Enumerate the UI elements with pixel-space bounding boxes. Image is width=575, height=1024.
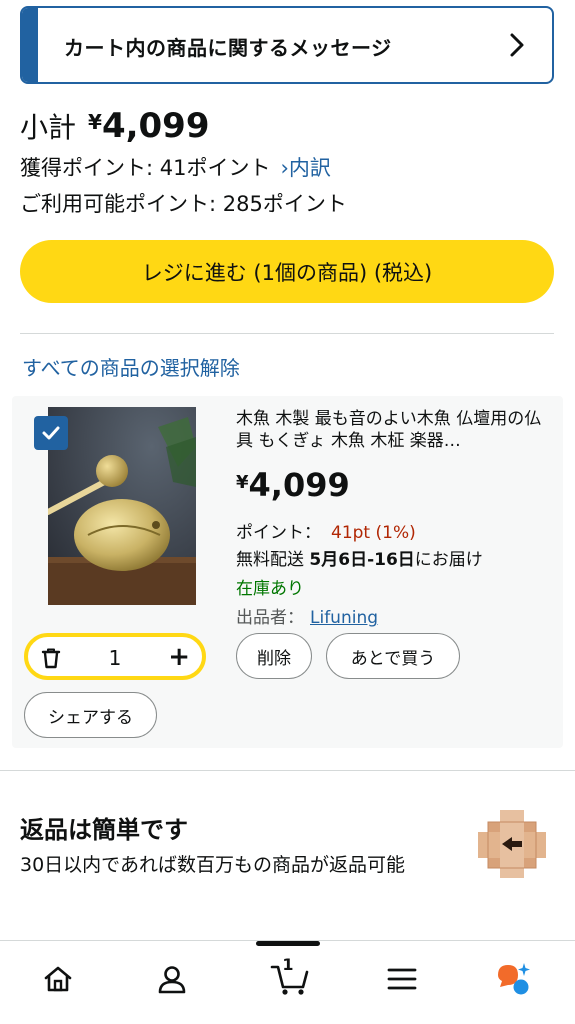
menu-icon[interactable] bbox=[382, 959, 422, 999]
drag-handle bbox=[256, 941, 320, 946]
stock-status: 在庫あり bbox=[236, 579, 304, 599]
chevron-right-icon bbox=[510, 33, 524, 57]
shipping-suffix: にお届け bbox=[414, 550, 483, 570]
product-image[interactable] bbox=[48, 407, 196, 605]
cart-icon[interactable]: 1 bbox=[266, 955, 314, 999]
share-button[interactable]: シェアする bbox=[24, 692, 157, 738]
points-earned: 獲得ポイント: 41ポイント bbox=[20, 156, 271, 180]
account-icon[interactable] bbox=[152, 959, 192, 999]
points-earned-line: 獲得ポイント: 41ポイント ›内訳 bbox=[20, 152, 331, 182]
seller-link[interactable]: Lifuning bbox=[310, 608, 378, 628]
returns-title: 返品は簡単です bbox=[20, 816, 188, 844]
plus-icon[interactable]: + bbox=[168, 643, 190, 671]
checkmark-icon bbox=[42, 426, 60, 440]
banner-accent-bar bbox=[22, 8, 38, 82]
shipping-dates: 5月6日-16日 bbox=[309, 550, 415, 570]
delete-button[interactable]: 削除 bbox=[236, 633, 312, 679]
item-price: ¥ 4,099 bbox=[236, 466, 350, 504]
subtotal-amount: 4,099 bbox=[101, 106, 210, 146]
save-for-later-button[interactable]: あとで買う bbox=[326, 633, 460, 679]
cart-count-badge: 1 bbox=[282, 955, 294, 974]
cart-message-banner[interactable]: カート内の商品に関するメッセージ bbox=[20, 6, 554, 84]
item-select-checkbox[interactable] bbox=[34, 416, 68, 450]
subtotal-label: 小計 bbox=[20, 111, 77, 144]
cart-message-label: カート内の商品に関するメッセージ bbox=[64, 36, 392, 60]
shipping-prefix: 無料配送 bbox=[236, 550, 304, 570]
proceed-to-checkout-button[interactable]: レジに進む (1個の商品) (税込) bbox=[20, 240, 554, 303]
points-available: ご利用可能ポイント: 285ポイント bbox=[20, 192, 347, 216]
divider bbox=[0, 770, 575, 771]
shipping-info: 無料配送 5月6日-16日にお届け bbox=[236, 545, 483, 570]
item-price-currency: ¥ bbox=[236, 472, 249, 493]
divider bbox=[20, 333, 554, 334]
deselect-all-link[interactable]: すべての商品の選択解除 bbox=[22, 352, 240, 381]
breakdown-link[interactable]: ›内訳 bbox=[280, 156, 330, 180]
returns-subtitle: 30日以内であれば数百万もの商品が返品可能 bbox=[20, 854, 405, 876]
return-box-icon bbox=[478, 810, 546, 878]
subtotal: 小計 ¥ 4,099 bbox=[20, 106, 209, 146]
item-points-line: ポイント： 41pt (1%) bbox=[236, 518, 416, 543]
item-points-label: ポイント： bbox=[236, 523, 321, 543]
item-points-value: 41pt (1%) bbox=[331, 523, 416, 543]
product-title-link[interactable]: 木魚 木製 最も音のよい木魚 仏壇用の仏具 もくぎょ 木魚 木柾 楽器… bbox=[236, 408, 550, 454]
item-price-amount: 4,099 bbox=[248, 466, 350, 504]
subtotal-currency: ¥ bbox=[88, 110, 102, 134]
assistant-icon[interactable] bbox=[494, 959, 534, 999]
bottom-nav: 1 bbox=[0, 940, 575, 1024]
seller-label: 出品者： bbox=[236, 608, 304, 628]
home-icon[interactable] bbox=[38, 959, 78, 999]
quantity-stepper: 1 + bbox=[24, 633, 206, 680]
seller-line: 出品者： Lifuning bbox=[236, 603, 378, 628]
